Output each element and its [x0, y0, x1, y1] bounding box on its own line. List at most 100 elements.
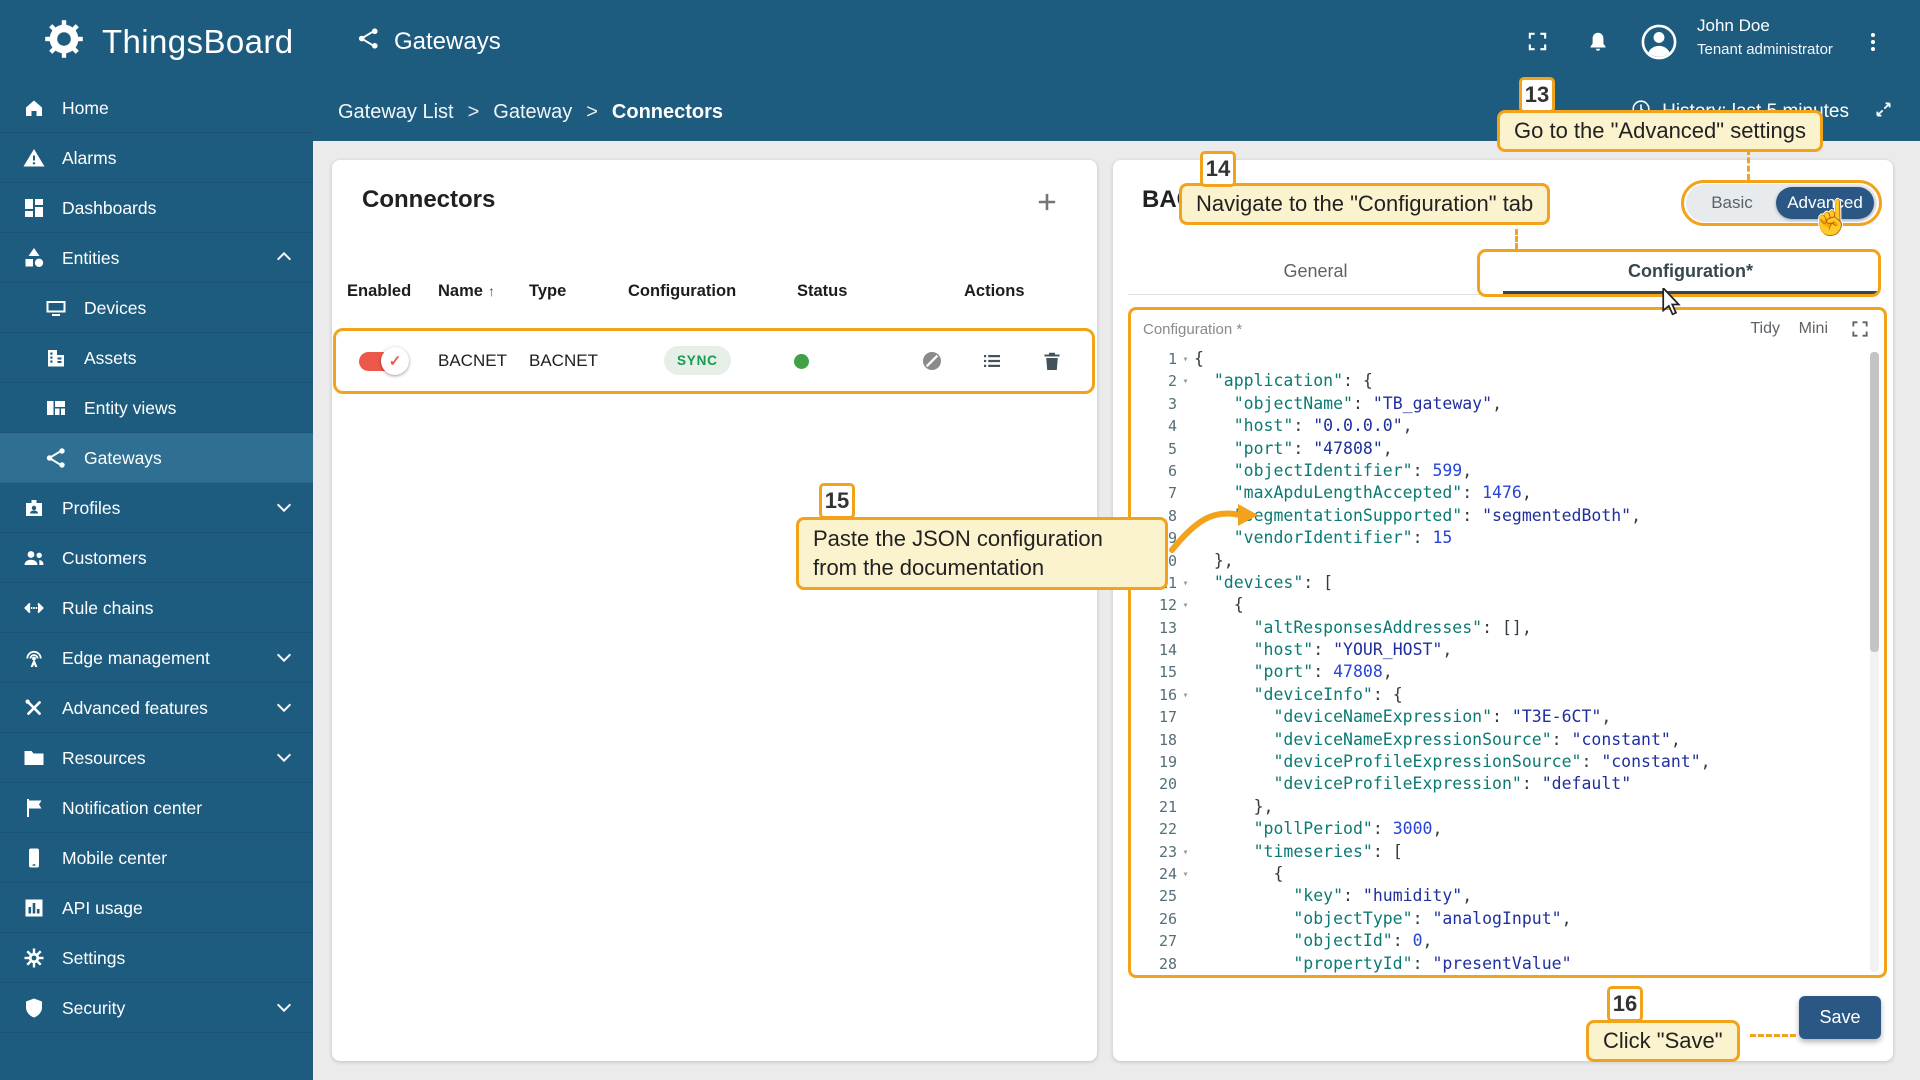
resources-folder-icon: [22, 746, 46, 770]
column-header-actions: Actions: [964, 282, 1025, 300]
user-menu[interactable]: John Doe Tenant administrator: [1697, 16, 1833, 58]
gateways-page-icon: [356, 26, 381, 58]
breadcrumb-gateway-list[interactable]: Gateway List: [338, 101, 454, 124]
code-line: 22 "pollPeriod": 3000,: [1133, 818, 1866, 840]
fold-marker-icon[interactable]: ▾: [1177, 841, 1194, 863]
sidebar-item-notification-center[interactable]: Notification center: [0, 783, 313, 833]
code-line: 19 "deviceProfileExpressionSource": "con…: [1133, 751, 1866, 773]
home-icon: [22, 96, 46, 120]
gateways-icon: [44, 446, 68, 470]
fullscreen-button[interactable]: [1526, 0, 1549, 83]
sidebar-item-resources[interactable]: Resources: [0, 733, 313, 783]
connector-table-row: ✓ BACNET BACNET SYNC: [333, 328, 1095, 394]
delete-connector-button[interactable]: [1040, 349, 1064, 373]
basic-mode-button[interactable]: Basic: [1686, 184, 1778, 222]
line-number: 14: [1158, 641, 1177, 660]
fold-gutter: [1177, 818, 1194, 840]
expand-icon: [1873, 99, 1894, 126]
more-options-button[interactable]: [1861, 0, 1885, 83]
editor-fullscreen-icon[interactable]: [1850, 319, 1870, 339]
mini-button[interactable]: Mini: [1799, 320, 1828, 338]
breadcrumb-gateway[interactable]: Gateway: [493, 101, 572, 124]
sidebar-item-api-usage[interactable]: API usage: [0, 883, 313, 933]
line-number: 25: [1158, 887, 1177, 906]
code-line: 1 ▾{: [1133, 348, 1866, 370]
edge-management-icon: [22, 646, 46, 670]
fold-gutter: [1177, 729, 1194, 751]
column-header-status: Status: [797, 282, 848, 300]
entities-icon: [22, 246, 46, 270]
breadcrumb-separator: >: [467, 100, 480, 123]
scrollbar-thumb[interactable]: [1870, 352, 1879, 652]
code-line: 13 "altResponsesAddresses": [],: [1133, 617, 1866, 639]
code-line: 4 "host": "0.0.0.0",: [1133, 415, 1866, 437]
add-connector-button[interactable]: [1033, 188, 1061, 216]
hand-pointer-icon: ☝: [1810, 199, 1853, 237]
rule-chains-icon: [22, 596, 46, 620]
sidebar-item-alarms[interactable]: Alarms: [0, 133, 313, 183]
sidebar-item-dashboards[interactable]: Dashboards: [0, 183, 313, 233]
sidebar: Home Alarms Dashboards Entities Devices …: [0, 83, 313, 1080]
sidebar-item-entities[interactable]: Entities: [0, 233, 313, 283]
code-line: 3 "objectName": "TB_gateway",: [1133, 393, 1866, 415]
sidebar-item-security[interactable]: Security: [0, 983, 313, 1033]
sidebar-item-home[interactable]: Home: [0, 83, 313, 133]
code-line: 15 "port": 47808,: [1133, 661, 1866, 683]
code-text: {: [1194, 349, 1204, 368]
fold-marker-icon[interactable]: ▾: [1177, 684, 1194, 706]
fold-marker-icon[interactable]: ▾: [1177, 863, 1194, 885]
sidebar-item-assets[interactable]: Assets: [0, 333, 313, 383]
logs-action-button[interactable]: [980, 349, 1004, 373]
entity-views-icon: [44, 396, 68, 420]
save-button[interactable]: Save: [1799, 996, 1881, 1039]
code-text: "deviceNameExpressionSource": "constant"…: [1273, 729, 1681, 749]
code-text: "objectType": "analogInput",: [1293, 908, 1572, 928]
sidebar-item-edge-management[interactable]: Edge management: [0, 633, 313, 683]
column-header-name[interactable]: Name ↑: [438, 282, 495, 301]
brand-logo[interactable]: ThingsBoard: [40, 0, 294, 83]
devices-icon: [44, 296, 68, 320]
sidebar-item-mobile-center[interactable]: Mobile center: [0, 833, 313, 883]
line-number: 3: [1167, 394, 1177, 413]
chevron-down-icon: [276, 497, 292, 513]
fold-marker-icon[interactable]: ▾: [1177, 370, 1194, 392]
chevron-up-icon: [276, 251, 292, 267]
editor-scrollbar[interactable]: [1870, 352, 1879, 972]
fold-gutter: [1177, 773, 1194, 795]
sidebar-item-entity-views[interactable]: Entity views: [0, 383, 313, 433]
connector-enabled-toggle[interactable]: ✓: [359, 347, 409, 375]
fold-marker-icon[interactable]: ▾: [1177, 594, 1194, 616]
fold-marker-icon[interactable]: ▾: [1177, 348, 1194, 370]
sidebar-item-settings[interactable]: Settings: [0, 933, 313, 983]
line-number: 26: [1158, 909, 1177, 928]
sidebar-item-profiles[interactable]: Profiles: [0, 483, 313, 533]
fold-marker-icon[interactable]: ▾: [1177, 572, 1194, 594]
editor-label: Configuration *: [1143, 321, 1243, 338]
breadcrumb-separator: >: [586, 100, 598, 123]
tab-configuration[interactable]: Configuration*: [1503, 248, 1878, 295]
code-text: {: [1194, 595, 1244, 615]
rpc-action-button[interactable]: [920, 349, 944, 373]
notifications-bell-button[interactable]: [1586, 0, 1610, 83]
tidy-button[interactable]: Tidy: [1750, 320, 1780, 338]
line-number: 27: [1158, 932, 1177, 951]
sidebar-item-advanced-features[interactable]: Advanced features: [0, 683, 313, 733]
connectors-title: Connectors: [362, 186, 496, 213]
page-title: Gateways: [394, 27, 501, 55]
tab-general[interactable]: General: [1128, 248, 1503, 295]
fold-gutter: [1177, 751, 1194, 773]
code-lines[interactable]: 1 ▾{2 ▾ "application": {3 "objectName": "T…: [1133, 348, 1866, 973]
code-line: 24 ▾ {: [1133, 863, 1866, 885]
sidebar-item-gateways[interactable]: Gateways: [0, 433, 313, 483]
sidebar-item-customers[interactable]: Customers: [0, 533, 313, 583]
line-number: 24: [1158, 864, 1177, 883]
column-header-type: Type: [529, 282, 567, 300]
sidebar-item-devices[interactable]: Devices: [0, 283, 313, 333]
code-text: "objectIdentifier": 599,: [1233, 460, 1473, 480]
user-role: Tenant administrator: [1697, 40, 1833, 58]
annotation-connector-line: [1747, 149, 1750, 180]
sidebar-item-rule-chains[interactable]: Rule chains: [0, 583, 313, 633]
code-line: 26 "objectType": "analogInput",: [1133, 908, 1866, 930]
user-avatar[interactable]: [1638, 0, 1680, 83]
code-line: 5 "port": "47808",: [1133, 438, 1866, 460]
